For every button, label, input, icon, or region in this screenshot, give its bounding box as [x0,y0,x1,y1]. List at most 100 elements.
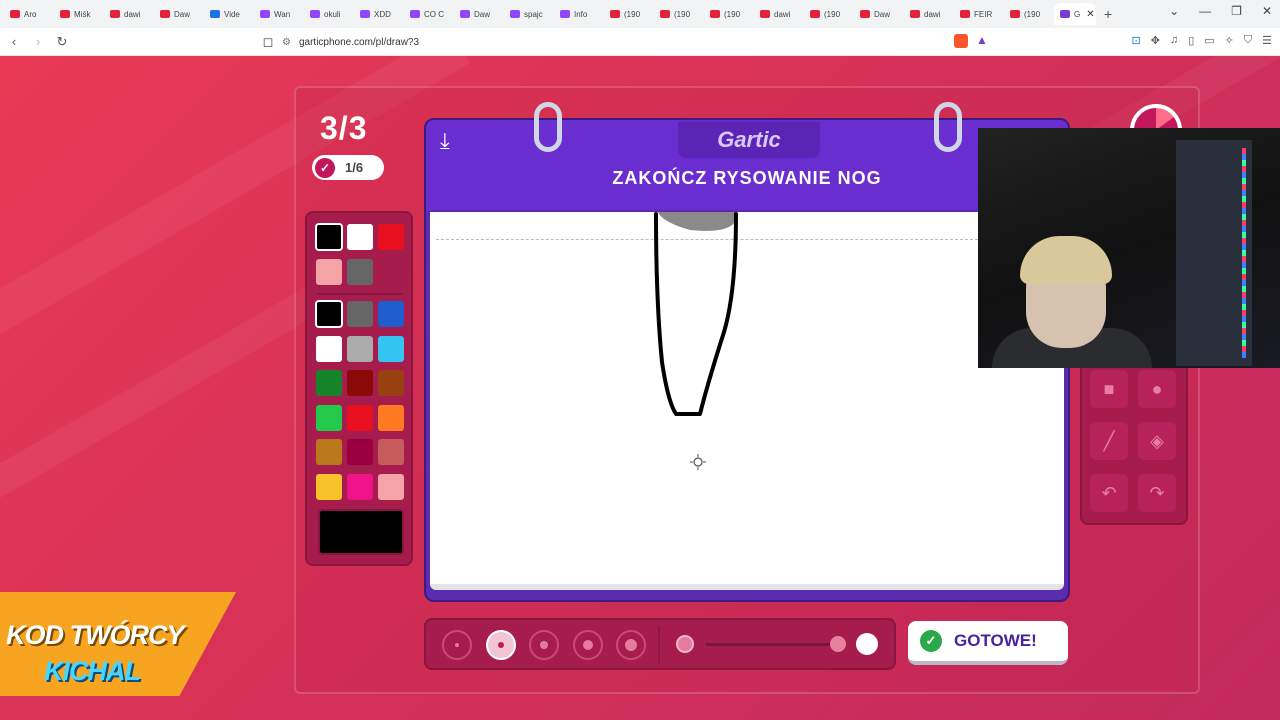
minimize-icon[interactable]: — [1199,4,1211,18]
line-icon[interactable]: ╱ [1090,422,1128,460]
color-swatch[interactable] [378,224,404,250]
browser-tab[interactable]: dawi [904,3,954,25]
browser-tab[interactable]: Daw [454,3,504,25]
media-icon[interactable]: ♫ [1170,34,1178,47]
color-swatch[interactable] [378,439,404,465]
brave-shields-icon[interactable] [954,34,968,48]
tab-title: Wan [274,9,291,19]
browser-tab[interactable]: Info [554,3,604,25]
bookmark-icon[interactable]: ◻ [258,34,278,50]
tab-favicon-icon [460,10,470,18]
browser-tab[interactable]: Vide [204,3,254,25]
brush-toolbar [424,618,896,670]
color-swatch[interactable] [316,259,342,285]
color-swatch[interactable] [316,473,342,500]
tab-favicon-icon [60,10,70,18]
drawing-canvas[interactable] [430,212,1064,590]
tab-favicon-icon [810,10,820,18]
browser-tab[interactable]: Daw [154,3,204,25]
brush-size-option[interactable] [442,630,472,660]
color-swatch[interactable] [347,370,373,396]
color-swatch[interactable] [316,335,342,362]
brush-size-option[interactable] [529,630,559,660]
forward-icon[interactable]: › [28,34,48,49]
plus-icon[interactable]: + [1104,6,1112,22]
browser-tab[interactable]: (190 [1004,3,1054,25]
brave-rewards-icon[interactable]: ▲ [976,33,988,47]
notebook-header: ⤓ Gartic ZAKOŃCZ RYSOWANIE NOG [426,120,1068,210]
chevron-down-icon[interactable]: ⌄ [1169,4,1179,18]
players-done-badge: ✓ 1/6 [312,155,384,180]
brush-size-option[interactable] [572,630,603,660]
color-swatch[interactable] [315,223,343,251]
url-field[interactable]: ⚙ garticphone.com/pl/draw?3 [276,32,948,52]
browser-tab[interactable]: FEIR [954,3,1004,25]
wallet-icon[interactable]: ▭ [1204,34,1214,47]
drawing-prompt: ZAKOŃCZ RYSOWANIE NOG [612,168,882,188]
browser-tab[interactable]: (190 [604,3,654,25]
browser-tab[interactable]: Aro [4,3,54,25]
translate-icon[interactable]: ⊡ [1132,34,1141,47]
brush-size-option[interactable] [616,630,646,660]
browser-tab[interactable]: okuli [304,3,354,25]
extensions-icon[interactable]: ✥ [1151,34,1160,47]
browser-tab[interactable]: (190 [704,3,754,25]
sidebar-icon[interactable]: ▯ [1188,34,1194,47]
reload-icon[interactable]: ↻ [52,34,72,50]
color-swatch[interactable] [347,335,373,362]
webcam-shelf [1176,140,1252,366]
color-swatch[interactable] [316,439,342,465]
restore-icon[interactable]: ❐ [1231,4,1242,18]
brush-size-option[interactable] [485,630,516,660]
undo-icon[interactable]: ↶ [1090,474,1128,512]
color-swatch[interactable] [347,259,373,285]
browser-tab[interactable]: Daw [854,3,904,25]
color-swatch[interactable] [378,404,404,431]
close-tab-icon[interactable]: ✕ [1086,9,1094,20]
color-swatch[interactable] [316,370,342,396]
current-color-preview [318,509,404,555]
browser-tab[interactable]: (190 [804,3,854,25]
site-info-icon[interactable]: ⚙ [282,37,291,48]
redo-icon[interactable]: ↷ [1138,474,1176,512]
browser-tab[interactable]: spajc [504,3,554,25]
browser-tab-active[interactable]: G ✕ [1054,3,1096,25]
close-icon[interactable]: ✕ [1262,4,1272,18]
round-counter: 3/3 [320,110,368,146]
opacity-slider[interactable] [706,643,832,646]
drawing-notebook: ⤓ Gartic ZAKOŃCZ RYSOWANIE NOG [424,102,1070,602]
download-icon[interactable]: ⤓ [440,128,450,154]
browser-tab[interactable]: dawi [104,3,154,25]
browser-tab[interactable]: CO C [404,3,454,25]
color-swatch[interactable] [347,301,373,327]
browser-tab[interactable]: Wan [254,3,304,25]
circle-icon[interactable]: ● [1138,370,1176,408]
back-icon[interactable]: ‹ [4,34,24,49]
color-swatch[interactable] [315,300,343,328]
color-swatch[interactable] [378,335,404,362]
tab-title: dawi [924,9,941,19]
color-swatch[interactable] [347,473,373,500]
color-swatch[interactable] [378,473,404,500]
color-swatch[interactable] [378,301,404,327]
browser-tab[interactable]: (190 [654,3,704,25]
opacity-high-icon [856,633,878,655]
color-swatch[interactable] [347,224,373,250]
bucket-icon[interactable]: ◈ [1138,422,1176,460]
color-swatch[interactable] [378,370,404,396]
color-swatch[interactable] [347,439,373,465]
browser-tab[interactable]: Miśk [54,3,104,25]
crosshair-cursor-icon [690,454,706,470]
color-swatch[interactable] [347,404,373,431]
opacity-slider-handle[interactable] [830,636,846,652]
done-button[interactable]: ✓ GOTOWE! [908,621,1068,665]
browser-tab[interactable]: XDD [354,3,404,25]
drawing-strokes [654,212,738,470]
tab-favicon-icon [110,10,120,18]
check-icon: ✓ [920,630,942,652]
browser-tab[interactable]: dawi [754,3,804,25]
square-icon[interactable]: ■ [1090,370,1128,408]
tab-title: Daw [474,9,491,19]
color-swatch[interactable] [316,404,342,431]
tab-title: (190 [724,9,741,19]
